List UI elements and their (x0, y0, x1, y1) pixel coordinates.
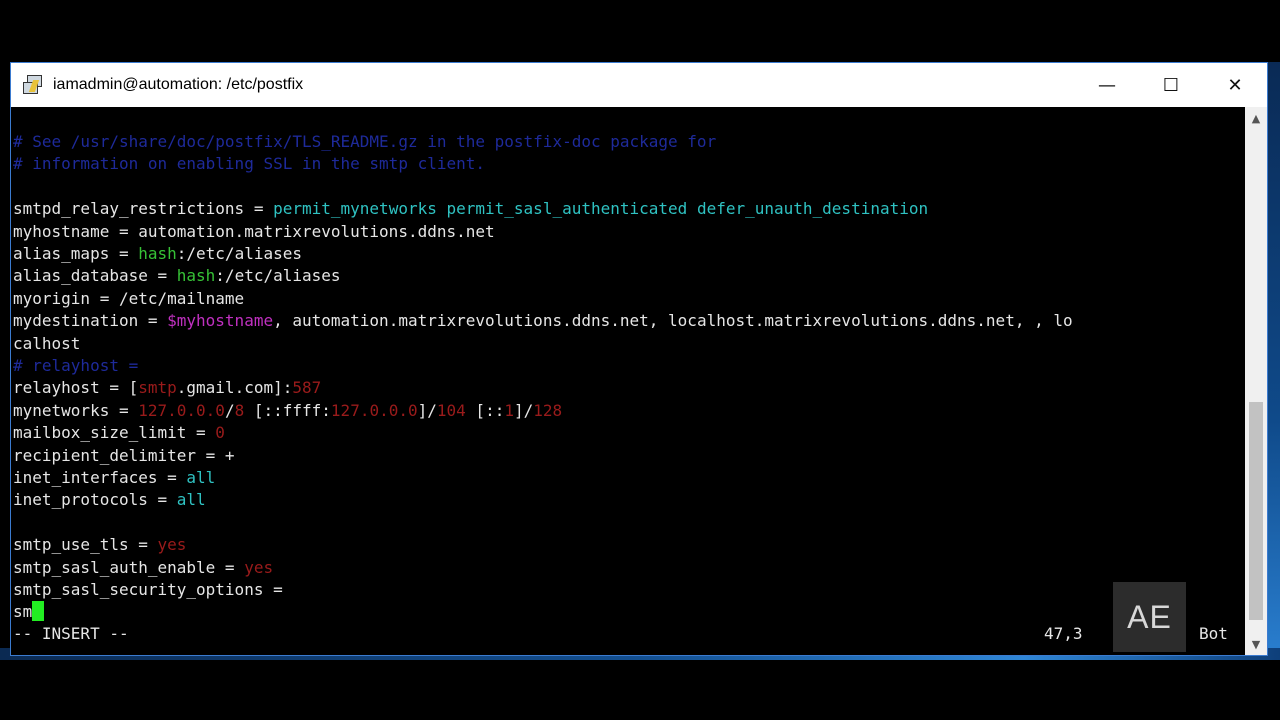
terminal-text: , automation.matrixrevolutions.ddns.net,… (273, 311, 1073, 331)
terminal-area[interactable]: -- INSERT -- 47,3 Bot # See /usr/share/d… (11, 107, 1247, 655)
terminal-line: calhost (13, 333, 80, 355)
terminal-line: smtp_sasl_auth_enable = yes (13, 557, 273, 579)
terminal-line: smtp_use_tls = yes (13, 534, 186, 556)
maximize-button[interactable]: ☐ (1139, 63, 1203, 107)
terminal-text: smtp_use_tls = (13, 535, 158, 555)
terminal-text: all (176, 490, 206, 510)
terminal-text: .gmail.com]: (176, 378, 293, 398)
terminal-text: ]/ (513, 400, 534, 420)
putty-window: iamadmin@automation: /etc/postfix — ☐ ✕ … (10, 62, 1268, 656)
terminal-text: smtp (138, 378, 177, 398)
terminal-text: mynetworks = (13, 400, 139, 420)
terminal-line: mynetworks = 127.0.0.0/8 [::ffff:127.0.0… (13, 400, 562, 422)
terminal-text: hash (176, 266, 216, 286)
vertical-scrollbar[interactable]: ▲ ▼ (1245, 107, 1267, 655)
terminal-text: :/etc/aliases (215, 266, 341, 286)
scroll-up-arrow-icon[interactable]: ▲ (1245, 107, 1267, 129)
terminal-text: yes (244, 557, 274, 577)
terminal-line: mydestination = $myhostname, automation.… (13, 310, 1073, 332)
terminal-line: # information on enabling SSL in the smt… (13, 153, 485, 175)
scroll-position: Bot (1199, 624, 1228, 643)
desktop-background-right (1268, 62, 1280, 660)
scroll-down-arrow-icon[interactable]: ▼ (1245, 633, 1267, 655)
terminal-text: sm (13, 602, 33, 622)
terminal-text: mydestination = (13, 311, 168, 331)
text-cursor (32, 601, 45, 622)
terminal-text: # relayhost = (13, 356, 139, 375)
terminal-text: ]/ (417, 400, 437, 420)
terminal-text: relayhost = [ (13, 378, 139, 398)
terminal-text: 127.0.0.0 (330, 400, 418, 420)
terminal-text: # See /usr/share/doc/postfix/TLS_README.… (13, 132, 717, 151)
terminal-line: myorigin = /etc/mailname (13, 288, 244, 310)
close-button[interactable]: ✕ (1203, 63, 1267, 107)
terminal-text: 0 (215, 423, 225, 443)
terminal-line: sm (13, 601, 45, 623)
terminal-text: 8 (234, 400, 245, 420)
terminal-text: 1 (504, 400, 514, 420)
terminal-text: alias_database = (13, 266, 177, 286)
terminal-text: # information on enabling SSL in the smt… (13, 154, 486, 174)
terminal-text: / (224, 400, 235, 420)
terminal-text: 127.0.0.0 (138, 400, 225, 420)
terminal-text: [:: (465, 400, 505, 420)
terminal-line: alias_database = hash:/etc/aliases (13, 265, 341, 287)
terminal-text: all (186, 468, 216, 487)
watermark-logo: AE (1113, 582, 1186, 652)
terminal-line: # relayhost = (13, 355, 138, 377)
terminal-text: yes (157, 535, 187, 555)
window-title: iamadmin@automation: /etc/postfix (53, 76, 304, 93)
terminal-text: mailbox_size_limit = (13, 423, 216, 443)
terminal-text: $myhostname (167, 311, 274, 331)
terminal-line: # See /usr/share/doc/postfix/TLS_README.… (13, 131, 716, 153)
terminal-line: inet_protocols = all (13, 489, 206, 511)
terminal-text: 128 (533, 400, 563, 420)
terminal-text: 587 (292, 378, 322, 398)
terminal-text: myorigin = /etc/mailname (13, 288, 245, 308)
terminal-text: alias_maps = (13, 244, 139, 263)
vim-mode-indicator: -- INSERT -- (13, 624, 129, 643)
terminal-line: relayhost = [smtp.gmail.com]:587 (13, 377, 321, 399)
terminal-line: mailbox_size_limit = 0 (13, 422, 225, 444)
terminal-text: myhostname = automation.matrixrevolution… (13, 221, 495, 241)
terminal-line: myhostname = automation.matrixrevolution… (13, 221, 495, 243)
putty-icon[interactable] (23, 74, 45, 96)
terminal-text: :/etc/aliases (176, 244, 302, 263)
title-bar[interactable]: iamadmin@automation: /etc/postfix — ☐ ✕ (11, 63, 1267, 107)
terminal-text: 104 (436, 400, 466, 420)
terminal-text: permit_mynetworks permit_sasl_authentica… (273, 199, 929, 219)
minimize-button[interactable]: — (1075, 63, 1139, 107)
cursor-position: 47,3 (1044, 624, 1083, 643)
terminal-line: smtpd_relay_restrictions = permit_mynetw… (13, 198, 928, 220)
terminal-text: smtpd_relay_restrictions = (13, 199, 274, 219)
terminal-text: smtp_sasl_auth_enable = (13, 557, 245, 577)
terminal-text: smtp_sasl_security_options = (13, 580, 283, 599)
terminal-line: smtp_sasl_security_options = (13, 579, 283, 601)
terminal-text: recipient_delimiter = + (13, 445, 235, 465)
terminal-line: inet_interfaces = all (13, 467, 215, 489)
terminal-line: alias_maps = hash:/etc/aliases (13, 243, 302, 265)
terminal-line: recipient_delimiter = + (13, 445, 235, 467)
terminal-text: inet_interfaces = (13, 468, 187, 487)
terminal-text: calhost (13, 333, 81, 353)
terminal-text: hash (138, 244, 177, 263)
terminal-text: [::ffff: (244, 400, 331, 420)
window-controls: — ☐ ✕ (1075, 63, 1267, 107)
terminal-text: inet_protocols = (13, 490, 177, 510)
scroll-thumb[interactable] (1249, 402, 1263, 620)
